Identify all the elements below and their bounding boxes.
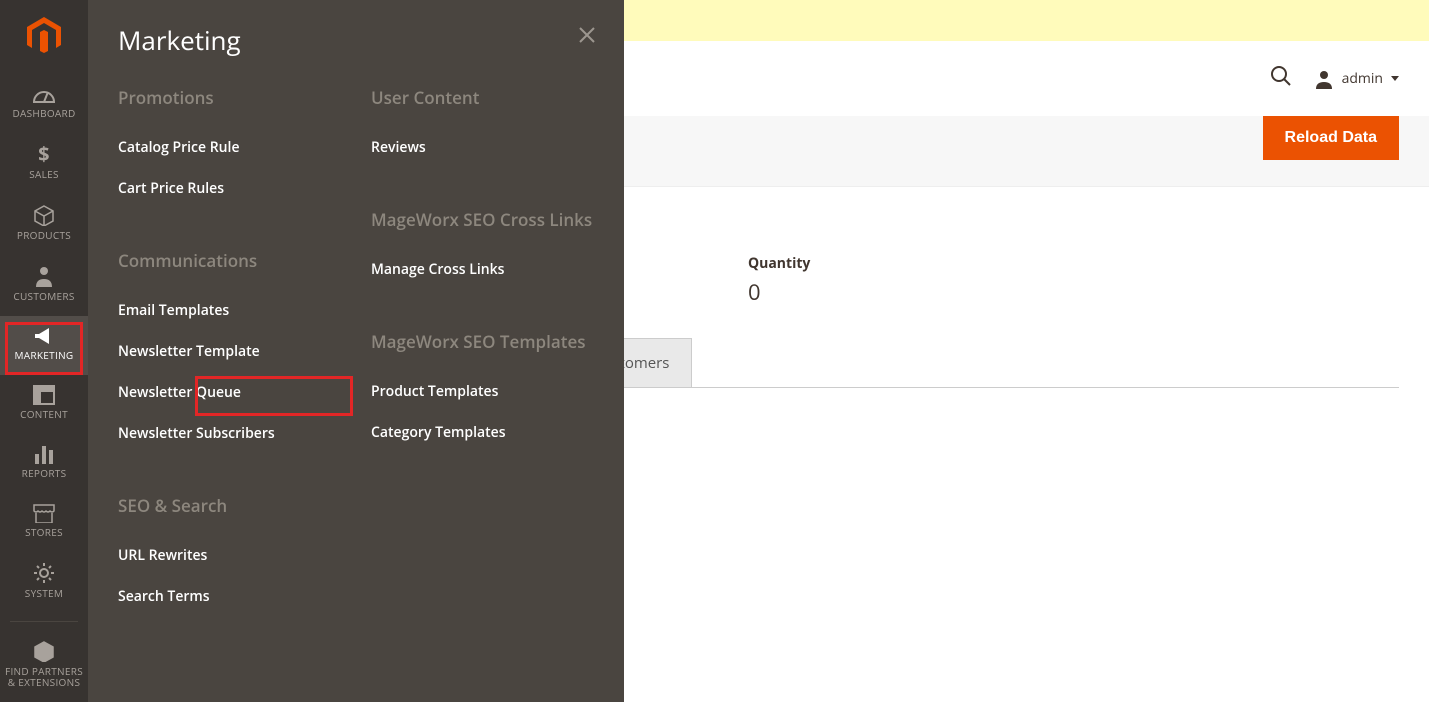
cube-icon [33, 204, 55, 226]
gear-icon [33, 562, 55, 584]
search-icon [1270, 65, 1292, 87]
sidebar-item-stores[interactable]: STORES [0, 493, 88, 552]
sidebar-item-customers[interactable]: CUSTOMERS [0, 255, 88, 316]
rail-divider [10, 621, 78, 622]
puzzle-icon [33, 640, 55, 662]
admin-user-menu[interactable]: admin [1314, 69, 1399, 89]
flyout-col-1: Promotions Catalog Price Rule Cart Price… [118, 86, 341, 617]
group-seo-templates: MageWorx SEO Templates [371, 330, 594, 353]
link-email-templates[interactable]: Email Templates [118, 290, 341, 331]
magento-logo-icon [27, 17, 61, 55]
group-promotions: Promotions [118, 86, 341, 109]
link-url-rewrites[interactable]: URL Rewrites [118, 535, 341, 576]
admin-sidebar: DASHBOARD $ SALES PRODUCTS CUSTOMERS MAR… [0, 0, 88, 702]
link-category-templates[interactable]: Category Templates [371, 412, 594, 453]
close-icon [578, 26, 596, 44]
chevron-down-icon [1391, 76, 1399, 81]
sidebar-item-partners[interactable]: FIND PARTNERS & EXTENSIONS [0, 630, 88, 702]
flyout-col-2: User Content Reviews MageWorx SEO Cross … [371, 86, 594, 617]
admin-username: admin [1342, 69, 1383, 88]
sidebar-item-sales[interactable]: $ SALES [0, 133, 88, 194]
user-icon [1314, 69, 1334, 89]
sidebar-item-dashboard[interactable]: DASHBOARD [0, 72, 88, 133]
sidebar-item-products[interactable]: PRODUCTS [0, 194, 88, 255]
reload-data-button[interactable]: Reload Data [1263, 116, 1399, 160]
svg-text:$: $ [38, 143, 50, 165]
sidebar-item-reports[interactable]: REPORTS [0, 434, 88, 493]
dollar-icon: $ [33, 143, 55, 165]
marketing-flyout: Marketing Promotions Catalog Price Rule … [88, 0, 624, 702]
person-icon [34, 265, 54, 287]
link-cart-price-rules[interactable]: Cart Price Rules [118, 168, 341, 209]
stat-value: 0 [748, 277, 918, 307]
flyout-title: Marketing [118, 22, 594, 58]
stat-label: Quantity [748, 254, 918, 273]
flyout-close-button[interactable] [578, 26, 596, 49]
link-newsletter-queue[interactable]: Newsletter Queue [118, 372, 341, 413]
group-communications: Communications [118, 249, 341, 272]
megaphone-icon [33, 326, 55, 346]
layout-icon [33, 385, 55, 405]
link-catalog-price-rule[interactable]: Catalog Price Rule [118, 127, 341, 168]
global-search-button[interactable] [1270, 65, 1292, 92]
link-manage-cross-links[interactable]: Manage Cross Links [371, 249, 594, 290]
sidebar-item-content[interactable]: CONTENT [0, 375, 88, 434]
bar-chart-icon [33, 444, 55, 464]
link-reviews[interactable]: Reviews [371, 127, 594, 168]
magento-logo[interactable] [0, 0, 88, 72]
storefront-icon [32, 503, 56, 523]
gauge-icon [32, 82, 56, 104]
group-user-content: User Content [371, 86, 594, 109]
link-product-templates[interactable]: Product Templates [371, 371, 594, 412]
link-newsletter-subscribers[interactable]: Newsletter Subscribers [118, 413, 341, 454]
link-search-terms[interactable]: Search Terms [118, 576, 341, 617]
link-newsletter-template[interactable]: Newsletter Template [118, 331, 341, 372]
stat-quantity: Quantity 0 [748, 254, 918, 307]
group-seo-search: SEO & Search [118, 494, 341, 517]
sidebar-item-marketing[interactable]: MARKETING [0, 316, 88, 375]
group-seo-cross-links: MageWorx SEO Cross Links [371, 208, 594, 231]
sidebar-item-system[interactable]: SYSTEM [0, 552, 88, 613]
